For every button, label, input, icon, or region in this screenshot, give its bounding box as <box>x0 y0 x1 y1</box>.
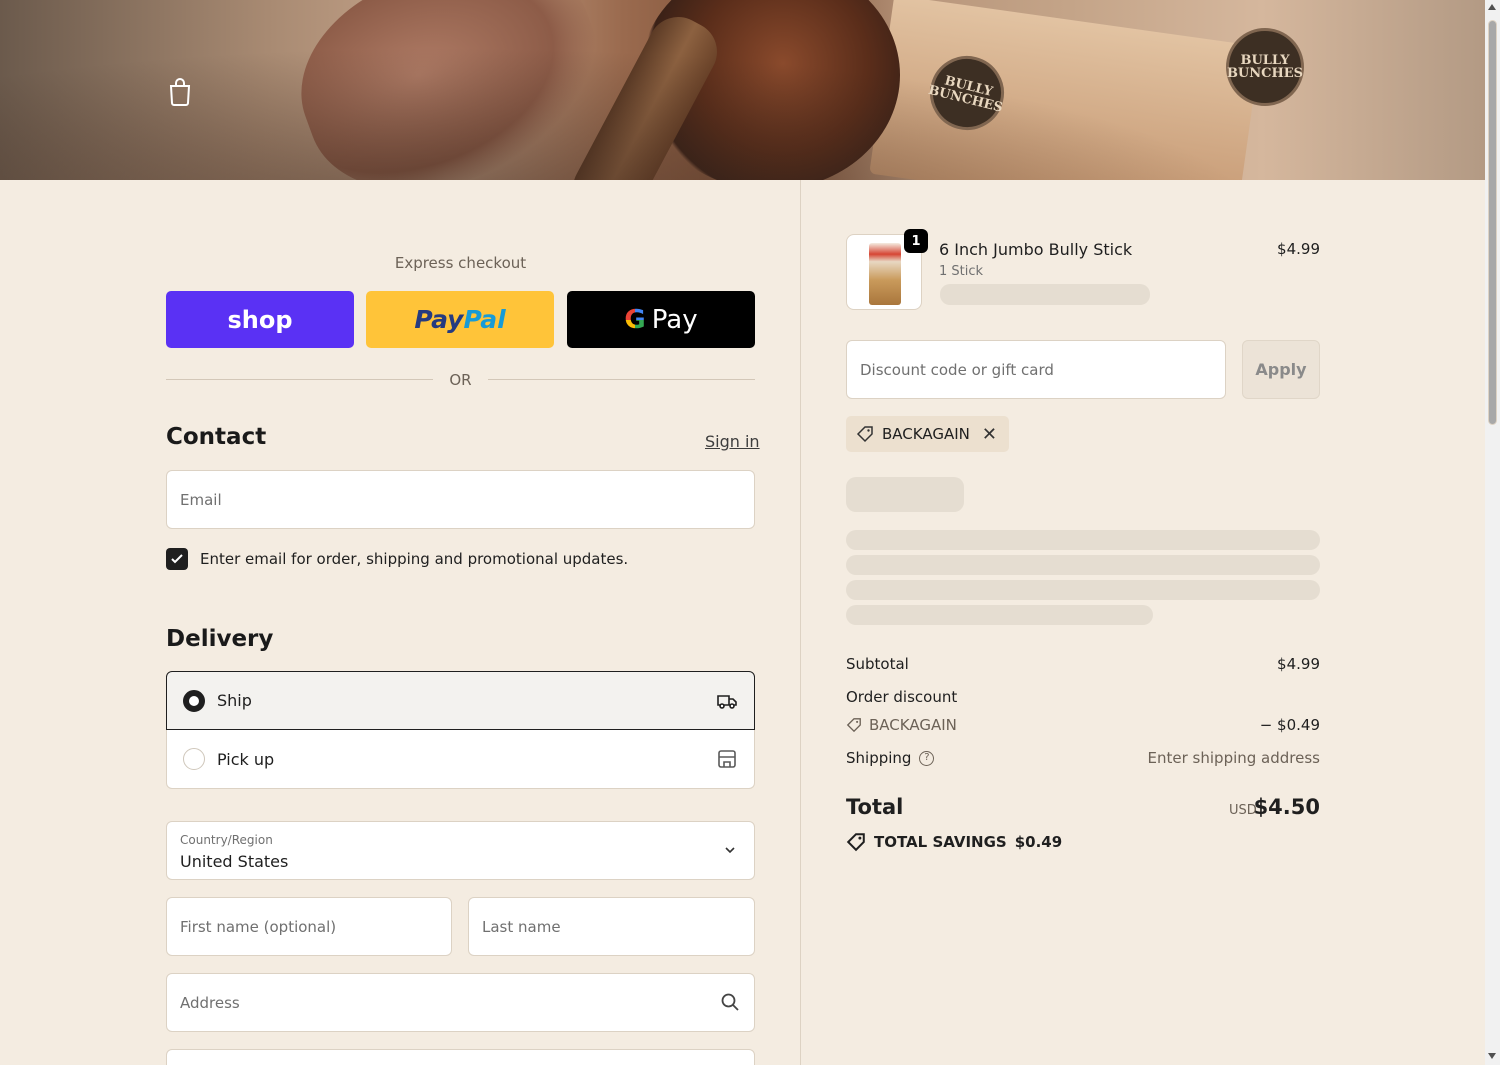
pickup-radio[interactable] <box>183 748 205 770</box>
subtotal-label: Subtotal <box>846 655 909 673</box>
shop-pay-logo: shop <box>227 305 293 334</box>
store-logo[interactable]: BULLY BUNCHES <box>1226 28 1304 106</box>
or-divider: OR <box>166 370 755 390</box>
google-pay-button[interactable]: G Pay <box>567 291 755 348</box>
paypal-button[interactable]: Pay Pal <box>366 291 554 348</box>
product-name: 6 Inch Jumbo Bully Stick <box>939 240 1133 259</box>
or-label: OR <box>449 371 472 389</box>
total-value: $4.50 <box>1253 795 1320 819</box>
page-scrollbar[interactable] <box>1485 0 1500 1065</box>
loading-placeholder <box>940 284 1150 305</box>
shipping-row: Shipping ? Enter shipping address <box>846 749 1320 767</box>
sign-in-link[interactable]: Sign in <box>705 432 760 451</box>
loading-placeholder <box>846 555 1320 575</box>
ship-label: Ship <box>217 691 252 710</box>
product-variant: 1 Stick <box>939 264 984 279</box>
ship-radio[interactable] <box>183 689 205 712</box>
country-select[interactable]: Country/Region United States <box>166 821 755 880</box>
first-name-field[interactable]: First name (optional) <box>166 897 452 956</box>
store-icon <box>718 750 736 768</box>
scroll-up-arrow[interactable] <box>1488 4 1496 10</box>
header-banner: BULLY BUNCHES BULLY BUNCHES <box>0 0 1485 180</box>
discount-placeholder: Discount code or gift card <box>860 360 1054 379</box>
order-discount-row: Order discount <box>846 688 1320 706</box>
paypal-logo-part1: Pay <box>414 305 464 334</box>
discount-code-row: BACKAGAIN − $0.49 <box>846 716 1320 734</box>
pickup-label: Pick up <box>217 749 275 769</box>
total-savings: TOTAL SAVINGS $0.49 <box>846 832 1062 852</box>
shipping-value: Enter shipping address <box>1147 749 1320 767</box>
first-name-placeholder: First name (optional) <box>180 917 337 936</box>
delivery-option-ship[interactable]: Ship <box>166 671 755 730</box>
applied-code: BACKAGAIN <box>882 425 970 443</box>
subtotal-row: Subtotal $4.99 <box>846 655 1320 673</box>
shop-pay-button[interactable]: shop <box>166 291 354 348</box>
column-divider <box>800 180 801 1065</box>
discount-code-label: BACKAGAIN <box>869 716 957 734</box>
checkmark-icon <box>171 554 183 564</box>
address-placeholder: Address <box>180 993 240 1012</box>
loading-placeholder <box>846 530 1320 550</box>
savings-label: TOTAL SAVINGS <box>874 833 1007 851</box>
search-icon <box>721 993 739 1011</box>
tag-icon <box>846 833 865 852</box>
delivery-option-pickup[interactable]: Pick up <box>166 730 755 789</box>
tag-icon <box>846 718 861 733</box>
delivery-title: Delivery <box>166 626 274 652</box>
scroll-down-arrow[interactable] <box>1488 1053 1496 1059</box>
address-field[interactable]: Address <box>166 973 755 1032</box>
country-value: United States <box>180 852 289 871</box>
shopping-bag-icon[interactable] <box>167 76 193 106</box>
tag-icon <box>856 426 873 443</box>
truck-icon <box>717 694 737 709</box>
discount-code-input[interactable]: Discount code or gift card <box>846 340 1226 399</box>
shipping-label: Shipping <box>846 749 912 767</box>
email-placeholder: Email <box>180 490 222 509</box>
apartment-field[interactable] <box>166 1049 755 1065</box>
delivery-method-group: Ship Pick up <box>166 671 755 789</box>
loading-placeholder <box>846 580 1320 600</box>
google-g-icon: G <box>624 304 646 335</box>
last-name-field[interactable]: Last name <box>468 897 755 956</box>
loading-placeholder <box>846 477 964 512</box>
discount-value: − $0.49 <box>1259 716 1320 734</box>
subtotal-value: $4.99 <box>1277 655 1320 673</box>
total-label: Total <box>846 795 904 819</box>
scrollbar-thumb[interactable] <box>1488 20 1497 425</box>
marketing-opt-in[interactable]: Enter email for order, shipping and prom… <box>166 547 628 571</box>
savings-value: $0.49 <box>1014 833 1063 851</box>
applied-discount-chip: BACKAGAIN ✕ <box>846 416 1009 452</box>
paypal-logo-part2: Pal <box>463 305 506 334</box>
loading-placeholder <box>846 605 1153 625</box>
contact-title: Contact <box>166 424 267 450</box>
express-checkout-label: Express checkout <box>394 254 527 272</box>
marketing-checkbox[interactable] <box>166 548 188 570</box>
remove-discount-icon[interactable]: ✕ <box>982 424 997 445</box>
chevron-down-icon <box>725 847 735 854</box>
quantity-badge: 1 <box>904 229 928 253</box>
product-price: $4.99 <box>1277 240 1320 258</box>
order-discount-label: Order discount <box>846 688 958 706</box>
marketing-label: Enter email for order, shipping and prom… <box>200 550 629 568</box>
email-field[interactable]: Email <box>166 470 755 529</box>
help-icon[interactable]: ? <box>919 750 935 766</box>
last-name-placeholder: Last name <box>482 917 561 936</box>
country-label: Country/Region <box>180 833 273 847</box>
apply-discount-button[interactable]: Apply <box>1242 340 1320 399</box>
google-pay-label: Pay <box>651 304 698 335</box>
